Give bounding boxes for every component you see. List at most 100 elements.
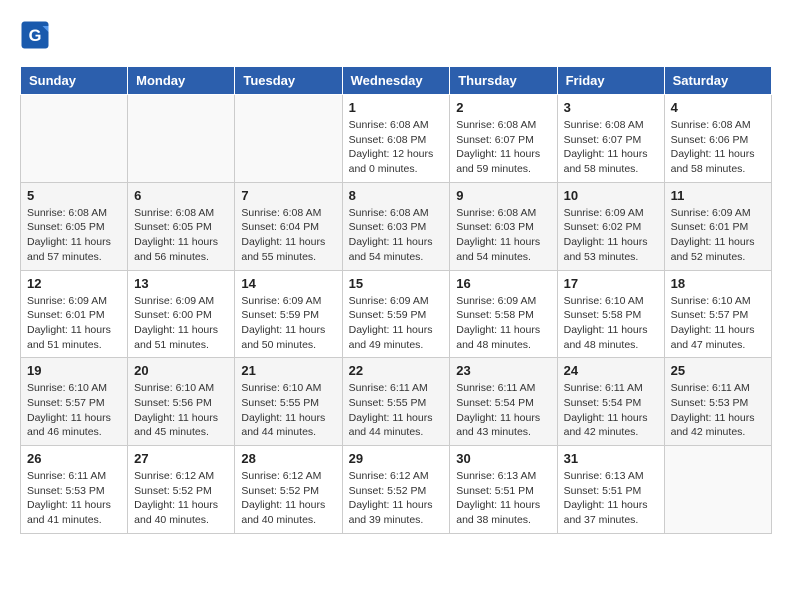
day-number: 11 [671, 188, 765, 203]
header-row: SundayMondayTuesdayWednesdayThursdayFrid… [21, 67, 772, 95]
calendar-cell: 9 Sunrise: 6:08 AM Sunset: 6:03 PM Daylig… [450, 182, 557, 270]
day-info: Sunrise: 6:10 AM Sunset: 5:57 PM Dayligh… [671, 294, 765, 353]
day-number: 3 [564, 100, 658, 115]
day-number: 1 [349, 100, 444, 115]
day-number: 31 [564, 451, 658, 466]
weekday-header: Saturday [664, 67, 771, 95]
day-info: Sunrise: 6:08 AM Sunset: 6:03 PM Dayligh… [456, 206, 550, 265]
calendar-cell: 26 Sunrise: 6:11 AM Sunset: 5:53 PM Dayli… [21, 446, 128, 534]
calendar-cell: 3Sunrise: 6:08 AM Sunset: 6:07 PM Daylig… [557, 95, 664, 183]
calendar-cell [664, 446, 771, 534]
calendar-cell [21, 95, 128, 183]
weekday-header: Monday [128, 67, 235, 95]
day-info: Sunrise: 6:08 AM Sunset: 6:07 PM Dayligh… [456, 118, 550, 177]
calendar-cell: 18 Sunrise: 6:10 AM Sunset: 5:57 PM Dayli… [664, 270, 771, 358]
day-number: 7 [241, 188, 335, 203]
svg-text:G: G [29, 27, 42, 45]
calendar-cell: 24Sunrise: 6:11 AM Sunset: 5:54 PM Dayli… [557, 358, 664, 446]
calendar-week-row: 19 Sunrise: 6:10 AM Sunset: 5:57 PM Dayli… [21, 358, 772, 446]
day-number: 23 [456, 363, 550, 378]
calendar-cell: 14 Sunrise: 6:09 AM Sunset: 5:59 PM Dayli… [235, 270, 342, 358]
day-number: 12 [27, 276, 121, 291]
calendar-cell: 23 Sunrise: 6:11 AM Sunset: 5:54 PM Dayli… [450, 358, 557, 446]
day-info: Sunrise: 6:11 AM Sunset: 5:54 PM Dayligh… [564, 381, 658, 440]
logo-icon: G [20, 20, 50, 50]
day-info: Sunrise: 6:10 AM Sunset: 5:56 PM Dayligh… [134, 381, 228, 440]
day-number: 28 [241, 451, 335, 466]
day-info: Sunrise: 6:09 AM Sunset: 5:58 PM Dayligh… [456, 294, 550, 353]
day-info: Sunrise: 6:08 AM Sunset: 6:05 PM Dayligh… [134, 206, 228, 265]
day-info: Sunrise: 6:09 AM Sunset: 6:02 PM Dayligh… [564, 206, 658, 265]
calendar-cell: 25 Sunrise: 6:11 AM Sunset: 5:53 PM Dayli… [664, 358, 771, 446]
day-number: 2 [456, 100, 550, 115]
day-info: Sunrise: 6:12 AM Sunset: 5:52 PM Dayligh… [134, 469, 228, 528]
calendar-cell: 22 Sunrise: 6:11 AM Sunset: 5:55 PM Dayli… [342, 358, 450, 446]
page-header: G [20, 20, 772, 50]
calendar-week-row: 12 Sunrise: 6:09 AM Sunset: 6:01 PM Dayli… [21, 270, 772, 358]
day-info: Sunrise: 6:08 AM Sunset: 6:06 PM Dayligh… [671, 118, 765, 177]
day-info: Sunrise: 6:09 AM Sunset: 5:59 PM Dayligh… [349, 294, 444, 353]
day-info: Sunrise: 6:09 AM Sunset: 6:01 PM Dayligh… [27, 294, 121, 353]
day-info: Sunrise: 6:09 AM Sunset: 6:01 PM Dayligh… [671, 206, 765, 265]
calendar-cell: 12 Sunrise: 6:09 AM Sunset: 6:01 PM Dayli… [21, 270, 128, 358]
day-number: 27 [134, 451, 228, 466]
calendar-cell: 6 Sunrise: 6:08 AM Sunset: 6:05 PM Daylig… [128, 182, 235, 270]
day-number: 18 [671, 276, 765, 291]
calendar-week-row: 5 Sunrise: 6:08 AM Sunset: 6:05 PM Daylig… [21, 182, 772, 270]
calendar-body: 1 Sunrise: 6:08 AM Sunset: 6:08 PM Daylig… [21, 95, 772, 534]
day-info: Sunrise: 6:11 AM Sunset: 5:55 PM Dayligh… [349, 381, 444, 440]
day-info: Sunrise: 6:11 AM Sunset: 5:54 PM Dayligh… [456, 381, 550, 440]
day-number: 14 [241, 276, 335, 291]
day-info: Sunrise: 6:11 AM Sunset: 5:53 PM Dayligh… [671, 381, 765, 440]
calendar-cell: 7 Sunrise: 6:08 AM Sunset: 6:04 PM Daylig… [235, 182, 342, 270]
day-info: Sunrise: 6:10 AM Sunset: 5:55 PM Dayligh… [241, 381, 335, 440]
day-number: 30 [456, 451, 550, 466]
day-number: 29 [349, 451, 444, 466]
day-number: 25 [671, 363, 765, 378]
day-number: 26 [27, 451, 121, 466]
day-info: Sunrise: 6:11 AM Sunset: 5:53 PM Dayligh… [27, 469, 121, 528]
day-number: 13 [134, 276, 228, 291]
day-number: 20 [134, 363, 228, 378]
calendar-week-row: 26 Sunrise: 6:11 AM Sunset: 5:53 PM Dayli… [21, 446, 772, 534]
calendar-cell: 5 Sunrise: 6:08 AM Sunset: 6:05 PM Daylig… [21, 182, 128, 270]
day-number: 10 [564, 188, 658, 203]
weekday-header: Sunday [21, 67, 128, 95]
weekday-header: Wednesday [342, 67, 450, 95]
day-number: 8 [349, 188, 444, 203]
day-info: Sunrise: 6:13 AM Sunset: 5:51 PM Dayligh… [564, 469, 658, 528]
calendar-cell: 20 Sunrise: 6:10 AM Sunset: 5:56 PM Dayli… [128, 358, 235, 446]
day-number: 22 [349, 363, 444, 378]
calendar-header: SundayMondayTuesdayWednesdayThursdayFrid… [21, 67, 772, 95]
calendar-cell: 13Sunrise: 6:09 AM Sunset: 6:00 PM Dayli… [128, 270, 235, 358]
logo: G [20, 20, 52, 50]
day-info: Sunrise: 6:08 AM Sunset: 6:05 PM Dayligh… [27, 206, 121, 265]
day-info: Sunrise: 6:08 AM Sunset: 6:04 PM Dayligh… [241, 206, 335, 265]
day-info: Sunrise: 6:12 AM Sunset: 5:52 PM Dayligh… [349, 469, 444, 528]
day-number: 5 [27, 188, 121, 203]
calendar-cell: 2 Sunrise: 6:08 AM Sunset: 6:07 PM Daylig… [450, 95, 557, 183]
calendar-cell: 17 Sunrise: 6:10 AM Sunset: 5:58 PM Dayli… [557, 270, 664, 358]
day-info: Sunrise: 6:09 AM Sunset: 5:59 PM Dayligh… [241, 294, 335, 353]
calendar-cell [128, 95, 235, 183]
day-number: 16 [456, 276, 550, 291]
day-number: 17 [564, 276, 658, 291]
day-number: 15 [349, 276, 444, 291]
day-number: 19 [27, 363, 121, 378]
calendar-cell: 15 Sunrise: 6:09 AM Sunset: 5:59 PM Dayli… [342, 270, 450, 358]
day-number: 6 [134, 188, 228, 203]
day-number: 21 [241, 363, 335, 378]
day-info: Sunrise: 6:10 AM Sunset: 5:58 PM Dayligh… [564, 294, 658, 353]
calendar-cell: 19 Sunrise: 6:10 AM Sunset: 5:57 PM Dayli… [21, 358, 128, 446]
day-info: Sunrise: 6:08 AM Sunset: 6:08 PM Dayligh… [349, 118, 444, 177]
day-info: Sunrise: 6:08 AM Sunset: 6:03 PM Dayligh… [349, 206, 444, 265]
day-info: Sunrise: 6:13 AM Sunset: 5:51 PM Dayligh… [456, 469, 550, 528]
calendar-cell: 1 Sunrise: 6:08 AM Sunset: 6:08 PM Daylig… [342, 95, 450, 183]
day-number: 4 [671, 100, 765, 115]
day-number: 9 [456, 188, 550, 203]
calendar-cell: 27 Sunrise: 6:12 AM Sunset: 5:52 PM Dayli… [128, 446, 235, 534]
calendar-cell: 28Sunrise: 6:12 AM Sunset: 5:52 PM Dayli… [235, 446, 342, 534]
calendar-cell: 30 Sunrise: 6:13 AM Sunset: 5:51 PM Dayli… [450, 446, 557, 534]
day-info: Sunrise: 6:10 AM Sunset: 5:57 PM Dayligh… [27, 381, 121, 440]
weekday-header: Friday [557, 67, 664, 95]
